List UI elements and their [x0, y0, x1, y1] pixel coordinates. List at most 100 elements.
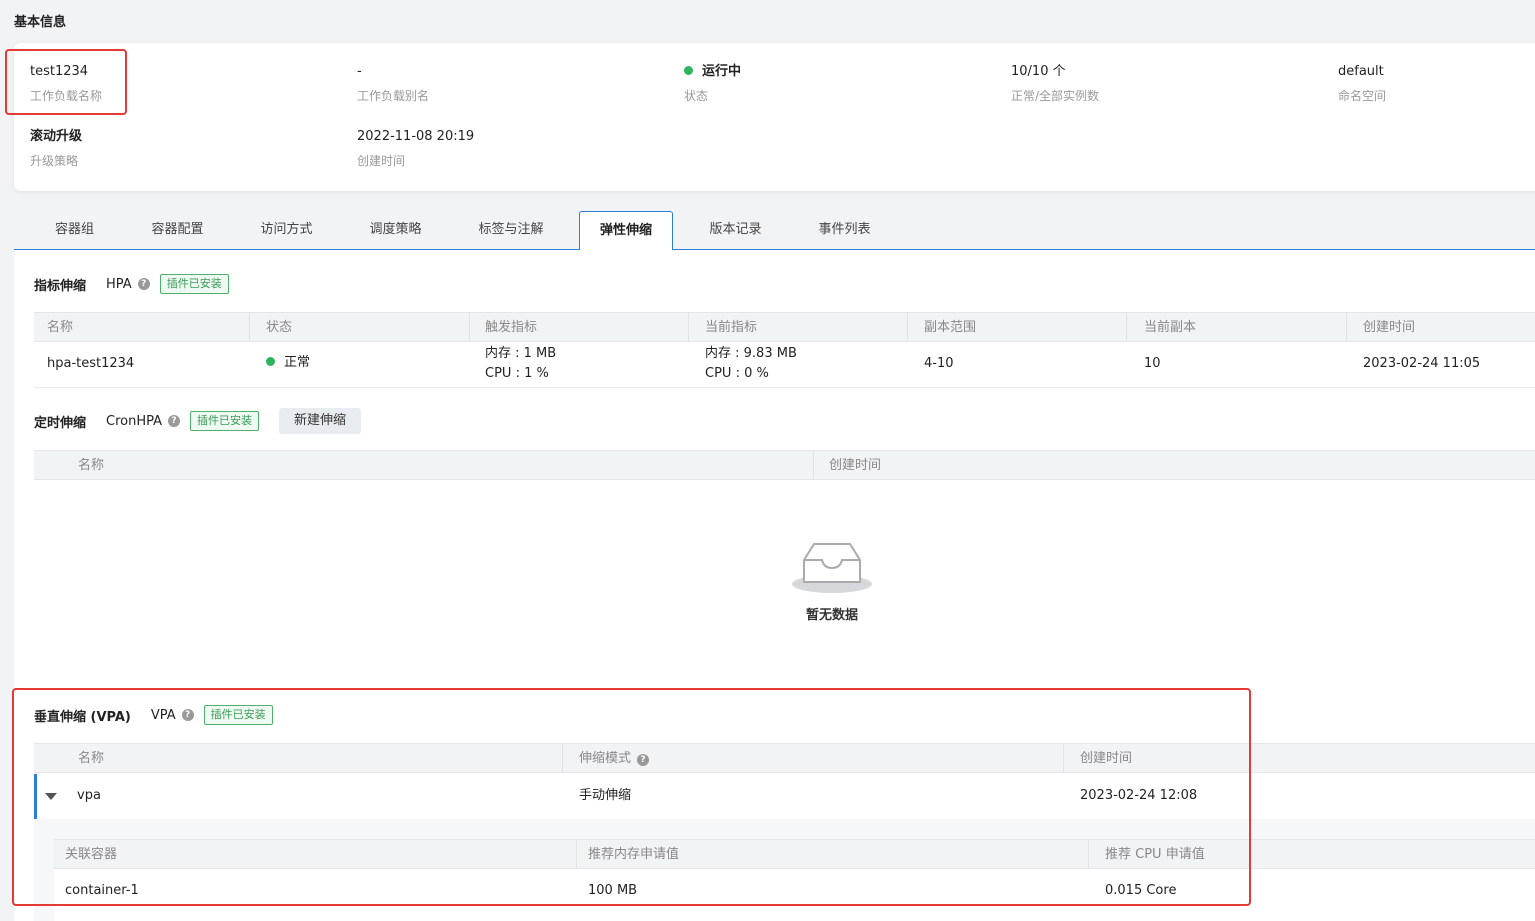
- vpa-col-mode: 伸缩模式?: [579, 744, 650, 773]
- cronhpa-table: 名称 创建时间: [34, 450, 1535, 481]
- hpa-status-dot-icon: [266, 357, 275, 366]
- tab-scheduling[interactable]: 调度策略: [349, 211, 442, 250]
- created-time-value: 2022-11-08 20:19: [357, 129, 475, 144]
- hpa-col-created: 创建时间: [1363, 320, 1416, 335]
- upgrade-strategy-label: 升级策略: [30, 154, 79, 168]
- hpa-col-status: 状态: [266, 320, 293, 335]
- tab-autoscaling[interactable]: 弹性伸缩: [579, 211, 673, 251]
- tab-events[interactable]: 事件列表: [798, 211, 891, 250]
- info-status: 运行中 状态: [684, 63, 741, 105]
- hpa-col-current: 当前指标: [705, 320, 758, 335]
- instances-label: 正常/全部实例数: [1011, 89, 1100, 103]
- vpa-row-created: 2023-02-24 12:08: [1080, 788, 1198, 803]
- vpa-expanded-detail: 关联容器 推荐内存申请值 推荐 CPU 申请值 container-1 100 …: [34, 819, 1535, 921]
- hpa-row-replicas: 10: [1144, 356, 1161, 371]
- vpa-table-header: 名称 伸缩模式? 创建时间: [34, 743, 1535, 773]
- vpa-title: 垂直伸缩 (VPA): [34, 709, 131, 725]
- info-upgrade-strategy: 滚动升级 升级策略: [30, 128, 82, 170]
- tab-pods[interactable]: 容器组: [28, 211, 121, 250]
- empty-inbox-icon: [792, 543, 872, 593]
- vpa-header: 垂直伸缩 (VPA) VPA ? 插件已安装: [34, 704, 273, 726]
- status-value-wrap: 运行中: [684, 63, 741, 81]
- hpa-header: 指标伸缩 HPA ? 插件已安装: [34, 273, 229, 295]
- cronhpa-table-header: 名称 创建时间: [34, 450, 1535, 480]
- status-value: 运行中: [702, 64, 742, 79]
- vpa-inner-memory: 100 MB: [588, 883, 638, 898]
- tab-access[interactable]: 访问方式: [240, 211, 333, 250]
- hpa-installed-tag: 插件已安装: [159, 274, 229, 294]
- cronhpa-name: CronHPA: [106, 413, 163, 429]
- status-label: 状态: [684, 89, 709, 103]
- instances-value: 10/10 个: [1011, 64, 1066, 79]
- chevron-down-icon[interactable]: [45, 793, 57, 800]
- hpa-table-header: 名称 状态 触发指标 当前指标 副本范围 当前副本 创建时间: [34, 312, 1535, 342]
- hpa-row-status: 正常: [266, 353, 310, 373]
- empty-text: 暂无数据: [805, 608, 858, 623]
- workload-name-label: 工作负载名称: [30, 89, 103, 103]
- new-scaling-button[interactable]: 新建伸缩: [279, 408, 362, 434]
- hpa-row-trigger-cpu: CPU : 1 %: [485, 366, 549, 381]
- basic-info-card: test1234 工作负载名称 - 工作负载别名 运行中 状态 10/10 个 …: [14, 43, 1535, 191]
- info-created-time: 2022-11-08 20:19 创建时间: [357, 128, 474, 170]
- tab-versions[interactable]: 版本记录: [689, 211, 782, 250]
- vpa-installed-tag: 插件已安装: [203, 705, 273, 725]
- upgrade-strategy-value: 滚动升级: [30, 129, 83, 144]
- vpa-container-table: 关联容器 推荐内存申请值 推荐 CPU 申请值 container-1 100 …: [54, 839, 1535, 921]
- vpa-name: VPA: [150, 707, 176, 723]
- hpa-row-name[interactable]: hpa-test1234: [47, 354, 134, 374]
- cronhpa-col-created: 创建时间: [829, 458, 882, 473]
- hpa-col-replicas: 当前副本: [1144, 320, 1197, 335]
- vpa-inner-col-cpu: 推荐 CPU 申请值: [1105, 847, 1205, 862]
- tab-bar: 容器组 容器配置 访问方式 调度策略 标签与注解 弹性伸缩 版本记录 事件列表: [14, 211, 1535, 251]
- info-workload-name: test1234 工作负载名称: [30, 63, 102, 105]
- namespace-label: 命名空间: [1338, 89, 1387, 103]
- hpa-table: 名称 状态 触发指标 当前指标 副本范围 当前副本 创建时间 hpa-test1…: [34, 312, 1535, 388]
- vpa-row-mode: 手动伸缩: [579, 788, 632, 803]
- cronhpa-help-icon[interactable]: ?: [168, 415, 181, 427]
- cronhpa-installed-tag: 插件已安装: [190, 411, 260, 431]
- info-instances: 10/10 个 正常/全部实例数: [1011, 63, 1099, 105]
- tab-labels[interactable]: 标签与注解: [461, 211, 561, 250]
- cronhpa-title: 定时伸缩: [34, 415, 87, 431]
- hpa-row-range: 4-10: [924, 356, 954, 371]
- tab-container-config[interactable]: 容器配置: [131, 211, 224, 250]
- hpa-row-current-cpu: CPU : 0 %: [705, 366, 769, 381]
- hpa-title: 指标伸缩: [34, 278, 87, 294]
- workload-name-value: test1234: [30, 64, 89, 79]
- namespace-value: default: [1338, 64, 1384, 79]
- vpa-col-name: 名称: [78, 751, 105, 766]
- info-namespace: default 命名空间: [1338, 63, 1386, 105]
- section-title: 基本信息: [14, 15, 67, 30]
- hpa-row-created: 2023-02-24 11:05: [1363, 356, 1481, 371]
- vpa-inner-col-memory: 推荐内存申请值: [588, 847, 680, 862]
- hpa-help-icon[interactable]: ?: [137, 278, 150, 290]
- vpa-container-table-header: 关联容器 推荐内存申请值 推荐 CPU 申请值: [54, 839, 1535, 869]
- cronhpa-empty-state: 暂无数据: [782, 540, 882, 623]
- workload-alias-value: -: [357, 64, 362, 79]
- cronhpa-header: 定时伸缩 CronHPA ? 插件已安装 新建伸缩: [34, 408, 362, 434]
- autoscaling-panel: 指标伸缩 HPA ? 插件已安装 名称 状态 触发指标 当前指标 副本范围 当前…: [14, 250, 1535, 921]
- vpa-table: 名称 伸缩模式? 创建时间 vpa 手动伸缩 2023-02-24 12:08 …: [34, 743, 1535, 921]
- table-row[interactable]: vpa 手动伸缩 2023-02-24 12:08: [34, 774, 1535, 819]
- vpa-row-name[interactable]: vpa: [77, 786, 101, 806]
- created-time-label: 创建时间: [357, 154, 406, 168]
- row-selected-indicator: [34, 774, 37, 819]
- hpa-row-trigger-mem: 内存 : 1 MB: [485, 346, 557, 361]
- info-workload-alias: - 工作负载别名: [357, 63, 429, 105]
- vpa-inner-col-container: 关联容器: [65, 847, 118, 862]
- vpa-inner-container: container-1: [65, 883, 139, 898]
- hpa-row-current-mem: 内存 : 9.83 MB: [705, 346, 797, 361]
- cronhpa-col-name: 名称: [78, 458, 105, 473]
- hpa-col-name: 名称: [47, 320, 74, 335]
- workload-alias-label: 工作负载别名: [357, 89, 430, 103]
- vpa-col-created: 创建时间: [1080, 751, 1133, 766]
- vpa-inner-cpu: 0.015 Core: [1105, 883, 1177, 898]
- hpa-row-status-text: 正常: [284, 355, 311, 370]
- status-dot-icon: [684, 66, 693, 75]
- hpa-col-trigger: 触发指标: [485, 320, 538, 335]
- hpa-col-range: 副本范围: [924, 320, 977, 335]
- vpa-col-mode-text: 伸缩模式: [579, 751, 632, 766]
- vpa-mode-help-icon[interactable]: ?: [637, 754, 650, 766]
- hpa-name: HPA: [106, 276, 132, 292]
- vpa-help-icon[interactable]: ?: [181, 709, 194, 721]
